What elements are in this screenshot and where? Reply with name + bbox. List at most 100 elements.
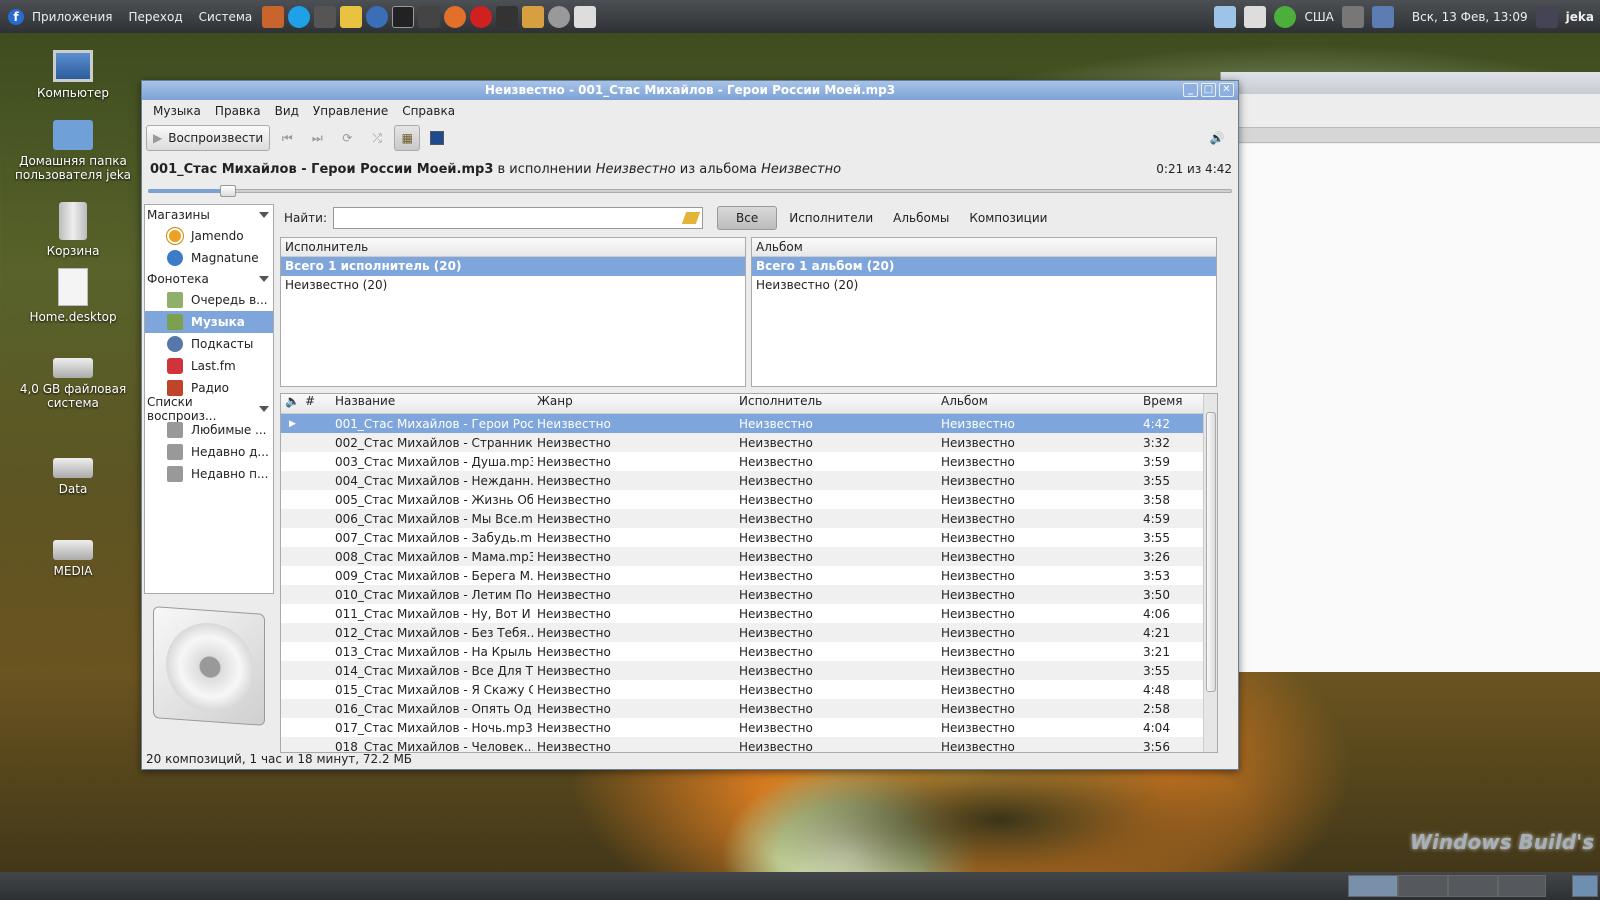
film-icon[interactable] (314, 5, 337, 28)
table-row[interactable]: 017_Стас Михайлов - Ночь.mp3 Неизвестно Не… (281, 718, 1217, 737)
menu-edit[interactable]: Правка (208, 104, 268, 118)
chevron-down-icon[interactable] (259, 406, 269, 412)
browse-toggle-button[interactable]: ▦ (394, 125, 421, 151)
volume-button[interactable]: 🔊 (1204, 125, 1230, 151)
maximize-button[interactable]: □ (1201, 83, 1216, 97)
table-row[interactable]: 005_Стас Михайлов - Жизнь Об... Неизвестн… (281, 490, 1217, 509)
table-row[interactable]: 018_Стас Михайлов - Человек... Неизвестно… (281, 737, 1217, 752)
desktop-icon-trash[interactable]: Корзина (13, 202, 133, 258)
desktop-icon-home-desktop[interactable]: Home.desktop (13, 268, 133, 324)
workspace-4[interactable] (1498, 875, 1546, 897)
rhythmbox-icon[interactable] (574, 5, 597, 28)
background-window-titlebar[interactable] (1221, 72, 1600, 94)
desktop-icon-media[interactable]: MEDIA (13, 540, 133, 578)
artist-column-header[interactable]: Исполнитель (281, 238, 745, 257)
workspace-1[interactable] (1348, 875, 1398, 897)
video-editor-icon[interactable] (496, 5, 519, 28)
table-row[interactable]: 008_Стас Михайлов - Мама.mp3 Неизвестно Не… (281, 547, 1217, 566)
chevron-down-icon[interactable] (259, 212, 269, 218)
artist-row-all[interactable]: Всего 1 исполнитель (20) (281, 257, 745, 276)
column-genre[interactable]: Жанр (533, 394, 735, 413)
table-row[interactable]: 009_Стас Михайлов - Берега М... Неизвестн… (281, 566, 1217, 585)
software-icon[interactable] (522, 5, 545, 28)
column-artist[interactable]: Исполнитель (735, 394, 937, 413)
album-row[interactable]: Неизвестно (20) (752, 276, 1216, 295)
clock[interactable]: Вск, 13 Фев, 13:09 (1412, 10, 1528, 24)
table-row[interactable]: 014_Стас Михайлов - Все Для Т... Неизвест… (281, 661, 1217, 680)
skype-icon[interactable] (288, 5, 311, 28)
sidebar-item-recently-played[interactable]: Недавно п... (145, 463, 273, 485)
filter-songs-button[interactable]: Композиции (969, 211, 1047, 225)
menu-applications[interactable]: Приложения (24, 10, 121, 24)
sidebar-item-queue[interactable]: Очередь в... (145, 289, 273, 311)
sidebar-item-recently-added[interactable]: Недавно д... (145, 441, 273, 463)
media-icon[interactable] (418, 5, 441, 28)
terminal-icon[interactable] (392, 5, 415, 28)
group-playlists[interactable]: Списки воспроиз... (145, 395, 273, 423)
browser-icon[interactable] (366, 5, 389, 28)
track-list-scrollbar[interactable] (1203, 394, 1217, 752)
table-row[interactable]: 010_Стас Михайлов - Летим По ... Неизвест… (281, 585, 1217, 604)
table-row[interactable]: 016_Стас Михайлов - Опять Од... Неизвестн… (281, 699, 1217, 718)
table-row[interactable]: 006_Стас Михайлов - Мы Все.mp3 Неизвестно… (281, 509, 1217, 528)
album-row-all[interactable]: Всего 1 альбом (20) (752, 257, 1216, 276)
column-number[interactable]: # (301, 394, 331, 413)
sidebar-item-magnatune[interactable]: Magnatune (145, 247, 273, 269)
shuffle-button[interactable]: ⤮ (364, 125, 390, 151)
seek-bar[interactable] (148, 184, 1232, 198)
launcher-icon[interactable] (262, 5, 285, 28)
firefox-icon[interactable] (444, 5, 467, 28)
column-playing[interactable]: 🔈 (281, 394, 301, 413)
menu-control[interactable]: Управление (306, 104, 395, 118)
table-row[interactable]: 003_Стас Михайлов - Душа.mp3 Неизвестно Не… (281, 452, 1217, 471)
table-row[interactable]: 002_Стас Михайлов - Странник... Неизвестн… (281, 433, 1217, 452)
workspace-2[interactable] (1398, 875, 1448, 897)
play-button[interactable]: ▶ Воспроизвести (146, 125, 271, 151)
network-icon[interactable] (1371, 5, 1394, 28)
menu-view[interactable]: Вид (268, 104, 306, 118)
filter-albums-button[interactable]: Альбомы (893, 211, 949, 225)
desktop-icon-computer[interactable]: Компьютер (13, 50, 133, 100)
show-desktop-button[interactable] (1572, 875, 1598, 897)
filter-artists-button[interactable]: Исполнители (789, 211, 873, 225)
table-row[interactable]: ▶ 001_Стас Михайлов - Герои Рос... Неизвес… (281, 414, 1217, 433)
sidebar-item-music[interactable]: Музыка (145, 311, 273, 333)
user-avatar-icon[interactable] (1535, 5, 1558, 28)
repeat-button[interactable]: ⟳ (334, 125, 360, 151)
table-row[interactable]: 012_Стас Михайлов - Без Тебя.... Неизвест… (281, 623, 1217, 642)
sidebar-item-jamendo[interactable]: Jamendo (145, 225, 273, 247)
network-status-icon[interactable] (1274, 5, 1297, 28)
previous-button[interactable]: ⏮ (274, 125, 300, 151)
column-album[interactable]: Альбом (937, 394, 1139, 413)
file-manager-icon[interactable] (1214, 5, 1237, 28)
fedora-logo-icon[interactable]: f (8, 8, 24, 25)
column-title[interactable]: Название (331, 394, 533, 413)
menu-help[interactable]: Справка (395, 104, 462, 118)
group-stores[interactable]: Магазины (145, 205, 273, 225)
album-column-header[interactable]: Альбом (752, 238, 1216, 257)
menu-system[interactable]: Система (191, 10, 261, 24)
sidebar-item-podcasts[interactable]: Подкасты (145, 333, 273, 355)
desktop-icon-home[interactable]: Домашняя папка пользователя jeka (13, 120, 133, 182)
sidebar-item-lastfm[interactable]: Last.fm (145, 355, 273, 377)
user-name[interactable]: jeka (1566, 10, 1594, 24)
menu-places[interactable]: Переход (121, 10, 191, 24)
table-row[interactable]: 004_Стас Михайлов - Нежданн... Неизвестно… (281, 471, 1217, 490)
table-row[interactable]: 011_Стас Михайлов - Ну, Вот И ... Неизвес… (281, 604, 1217, 623)
minimize-button[interactable]: _ (1183, 83, 1198, 97)
menu-music[interactable]: Музыка (146, 104, 208, 118)
gear-icon[interactable] (548, 5, 571, 28)
opera-icon[interactable] (470, 5, 493, 28)
background-window[interactable] (1220, 72, 1600, 672)
volume-icon[interactable] (1341, 5, 1364, 28)
window-titlebar[interactable]: Неизвестно - 001_Стас Михайлов - Герои Р… (142, 81, 1238, 100)
scrollbar-thumb[interactable] (1206, 412, 1216, 692)
chevron-down-icon[interactable] (259, 276, 269, 282)
next-button[interactable]: ⏭ (304, 125, 330, 151)
table-row[interactable]: 015_Стас Михайлов - Я Скажу С... Неизвест… (281, 680, 1217, 699)
rhythmbox-tray-icon[interactable] (1244, 5, 1267, 28)
table-row[interactable]: 013_Стас Михайлов - На Крыль... Неизвестн… (281, 642, 1217, 661)
keyboard-layout[interactable]: США (1304, 10, 1333, 24)
workspace-3[interactable] (1448, 875, 1498, 897)
artist-row[interactable]: Неизвестно (20) (281, 276, 745, 295)
